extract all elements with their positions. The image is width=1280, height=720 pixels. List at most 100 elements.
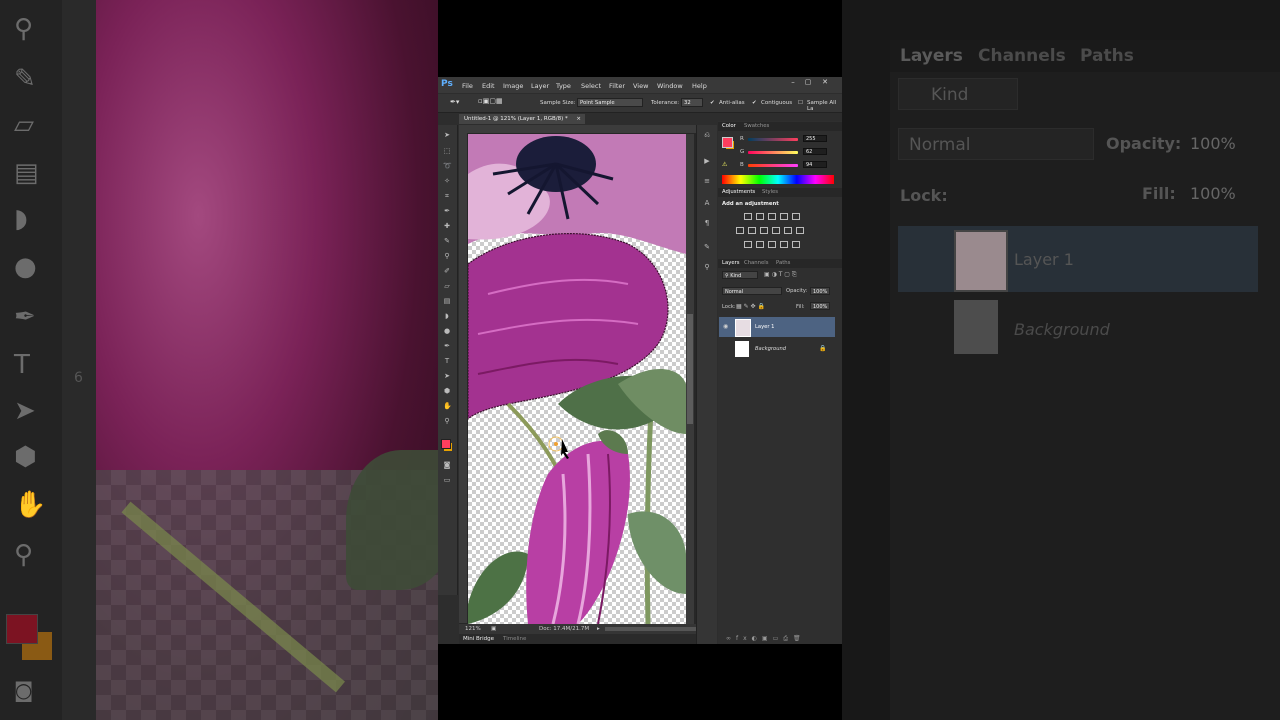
gradient-tool-icon[interactable]: ▤: [443, 297, 451, 305]
menu-view[interactable]: View: [633, 82, 648, 90]
menu-filter[interactable]: Filter: [609, 82, 625, 90]
gradient-map-adjustment-icon[interactable]: [780, 241, 788, 248]
brush-presets-icon[interactable]: ✎: [703, 243, 711, 251]
photo-filter-adjustment-icon[interactable]: [772, 227, 780, 234]
marquee-tool-icon[interactable]: ⬚: [443, 147, 451, 155]
history-brush-tool-icon[interactable]: ✐: [443, 267, 451, 275]
kind-filter[interactable]: ⚲ Kind: [722, 271, 758, 279]
info-arrow-icon[interactable]: ▸: [597, 624, 600, 634]
foreground-color-chip[interactable]: [441, 439, 451, 449]
blend-mode-dropdown[interactable]: Normal: [722, 287, 782, 295]
menu-image[interactable]: Image: [503, 82, 523, 90]
tolerance-input[interactable]: 32: [681, 98, 703, 107]
contiguous-checkbox[interactable]: ✔: [752, 100, 757, 106]
layers-footer-icons[interactable]: ∞fx◐▣▭⎙🗑: [726, 635, 806, 643]
menu-type[interactable]: Type: [556, 82, 571, 90]
zoom-tool-icon[interactable]: ⚲: [443, 417, 451, 425]
magic-wand-tool-icon[interactable]: ✧: [443, 177, 451, 185]
channel-r-input[interactable]: 255: [803, 135, 827, 142]
opacity-input[interactable]: 100%: [810, 287, 830, 295]
lock-icons[interactable]: ▦ ✎ ✥ 🔒: [736, 303, 765, 310]
tab-adjustments[interactable]: Adjustments: [722, 188, 755, 197]
canvas[interactable]: [468, 134, 686, 624]
tab-color[interactable]: Color: [722, 122, 736, 131]
screen-mode-icon[interactable]: ▭: [443, 476, 451, 484]
move-tool-icon[interactable]: ➤: [443, 131, 451, 139]
menu-help[interactable]: Help: [692, 82, 707, 90]
exposure-adjustment-icon[interactable]: [780, 213, 788, 220]
shape-tool-icon[interactable]: ⬢: [443, 387, 451, 395]
brightness-adjustment-icon[interactable]: [744, 213, 752, 220]
eraser-tool-icon[interactable]: ▱: [443, 282, 451, 290]
menu-window[interactable]: Window: [657, 82, 683, 90]
healing-tool-icon[interactable]: ✚: [443, 222, 451, 230]
fill-input[interactable]: 100%: [810, 302, 830, 310]
vibrance-adjustment-icon[interactable]: [792, 213, 800, 220]
levels-adjustment-icon[interactable]: [756, 213, 764, 220]
tab-swatches[interactable]: Swatches: [744, 122, 769, 131]
channel-g-slider[interactable]: [748, 151, 798, 154]
selective-color-adjustment-icon[interactable]: [792, 241, 800, 248]
tab-mini-bridge[interactable]: Mini Bridge: [463, 634, 494, 644]
tab-layers[interactable]: Layers: [722, 259, 740, 268]
layer-filter-icons[interactable]: ▣ ◑ T ▢ ⎘: [764, 271, 797, 279]
maximize-button[interactable]: ▢: [801, 78, 815, 88]
tab-styles[interactable]: Styles: [762, 188, 778, 197]
channel-b-slider[interactable]: [748, 164, 798, 167]
export-icon[interactable]: ▣: [491, 624, 496, 634]
vertical-scrollbar[interactable]: [686, 134, 694, 624]
channel-b-input[interactable]: 94: [803, 161, 827, 168]
tab-channels[interactable]: Channels: [744, 259, 769, 268]
menu-layer[interactable]: Layer: [531, 82, 549, 90]
sample-all-checkbox[interactable]: ☐: [798, 100, 803, 106]
clone-source-icon[interactable]: ⚲: [703, 263, 711, 271]
channel-r-slider[interactable]: [748, 138, 798, 141]
character-icon[interactable]: A: [703, 199, 711, 207]
hue-adjustment-icon[interactable]: [736, 227, 744, 234]
menu-select[interactable]: Select: [581, 82, 601, 90]
gamut-warning-icon[interactable]: ⚠: [722, 161, 727, 168]
horizontal-scrollbar[interactable]: [605, 627, 705, 631]
path-selection-tool-icon[interactable]: ➤: [443, 372, 451, 380]
brush-tool-icon[interactable]: ✎: [443, 237, 451, 245]
layer-row-background[interactable]: Background 🔒: [719, 339, 835, 359]
close-button[interactable]: ✕: [818, 78, 832, 88]
layer-1-visibility-eye-icon[interactable]: ◉: [723, 317, 728, 337]
bw-adjustment-icon[interactable]: [760, 227, 768, 234]
actions-icon[interactable]: ▶: [703, 157, 711, 165]
stamp-tool-icon[interactable]: ⚲: [443, 252, 451, 260]
tab-paths[interactable]: Paths: [776, 259, 790, 268]
channel-mixer-adjustment-icon[interactable]: [784, 227, 792, 234]
color-balance-adjustment-icon[interactable]: [748, 227, 756, 234]
crop-tool-icon[interactable]: ⌗: [443, 192, 451, 200]
panel-fg-color[interactable]: [722, 137, 733, 148]
quick-mask-icon[interactable]: ◙: [443, 461, 451, 469]
color-spectrum[interactable]: [722, 175, 834, 184]
document-tab[interactable]: Untitled-1 @ 121% (Layer 1, RGB/8) * ×: [459, 114, 585, 124]
channel-g-input[interactable]: 62: [803, 148, 827, 155]
zoom-level[interactable]: 121%: [465, 624, 481, 634]
threshold-adjustment-icon[interactable]: [768, 241, 776, 248]
sample-size-dropdown[interactable]: Point Sample: [577, 98, 643, 107]
blur-tool-icon[interactable]: ◗: [443, 312, 451, 320]
type-tool-icon[interactable]: T: [443, 357, 451, 365]
minimize-button[interactable]: –: [786, 78, 800, 88]
scroll-thumb[interactable]: [687, 314, 693, 424]
layer-row-layer-1[interactable]: ◉ Layer 1: [719, 317, 835, 337]
dodge-tool-icon[interactable]: ●: [443, 327, 451, 335]
paragraph-icon[interactable]: ¶: [703, 219, 711, 227]
pen-tool-icon[interactable]: ✒: [443, 342, 451, 350]
hand-tool-icon[interactable]: ✋: [443, 402, 452, 410]
menu-edit[interactable]: Edit: [482, 82, 495, 90]
posterize-adjustment-icon[interactable]: [756, 241, 764, 248]
selection-mode-icons[interactable]: ▫▣▢▦: [478, 97, 503, 105]
tab-timeline[interactable]: Timeline: [503, 634, 526, 644]
curves-adjustment-icon[interactable]: [768, 213, 776, 220]
close-tab-icon[interactable]: ×: [576, 114, 581, 124]
properties-icon[interactable]: ≡: [703, 177, 711, 185]
menu-file[interactable]: File: [462, 82, 473, 90]
eyedropper-tool-icon[interactable]: ✒: [443, 207, 451, 215]
history-icon[interactable]: ⎌: [703, 131, 711, 139]
invert-adjustment-icon[interactable]: [744, 241, 752, 248]
color-lookup-adjustment-icon[interactable]: [796, 227, 804, 234]
